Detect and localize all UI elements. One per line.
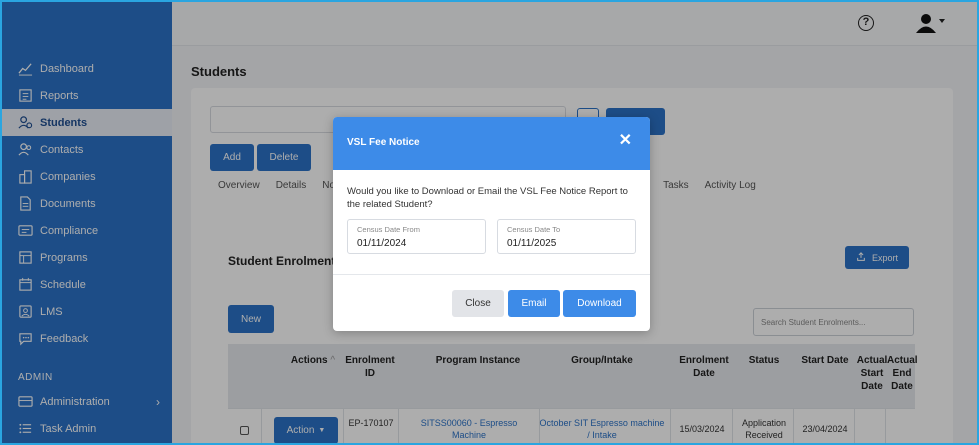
census-date-to-label: Census Date To [507,225,561,234]
dialog-message: Would you like to Download or Email the … [347,186,628,210]
close-button[interactable]: Close [452,290,504,317]
census-date-from-label: Census Date From [357,225,420,234]
census-date-from-value[interactable]: 01/11/2024 [357,238,406,249]
census-date-from-field[interactable]: Census Date From 01/11/2024 [347,219,486,254]
dialog-header: VSL Fee Notice ✕ [333,117,650,170]
dialog-divider [333,274,650,275]
app-window: Dashboard Reports Students Contacts Comp… [0,0,979,445]
census-date-to-value[interactable]: 01/11/2025 [507,238,556,249]
vsl-fee-notice-dialog: VSL Fee Notice ✕ Would you like to Downl… [333,117,650,331]
census-date-to-field[interactable]: Census Date To 01/11/2025 [497,219,636,254]
email-button[interactable]: Email [508,290,560,317]
download-button[interactable]: Download [563,290,636,317]
dialog-title: VSL Fee Notice [347,137,420,148]
close-icon[interactable]: ✕ [619,132,632,150]
